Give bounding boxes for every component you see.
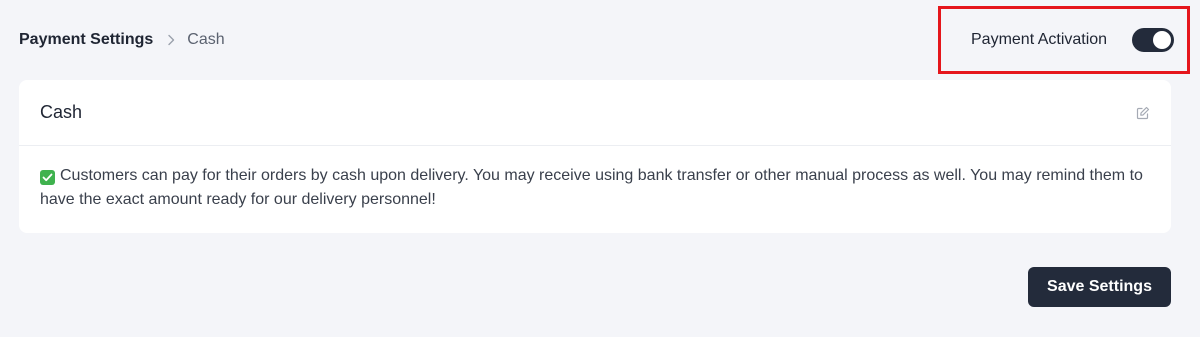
edit-icon[interactable] [1135,105,1151,121]
cash-payment-card: Cash Customers can pay for their orders … [19,80,1171,233]
breadcrumb-current: Cash [187,31,225,48]
chevron-right-icon [167,34,175,46]
card-body: Customers can pay for their orders by ca… [19,146,1171,212]
payment-settings-page: Payment Settings Cash Payment Activation… [0,0,1200,337]
white-check-mark-icon [40,170,55,185]
save-settings-button[interactable]: Save Settings [1028,267,1171,307]
cash-description: Customers can pay for their orders by ca… [40,164,1150,212]
card-header: Cash [19,80,1171,146]
card-title: Cash [40,102,83,122]
payment-activation-label: Payment Activation [971,31,1108,48]
description-text: Customers can pay for their orders by ca… [40,167,1143,208]
breadcrumb-payment-settings[interactable]: Payment Settings [19,30,153,50]
page-header: Payment Settings Cash Payment Activation [0,0,1200,80]
breadcrumb: Payment Settings Cash [19,30,225,50]
toggle-knob [1153,31,1171,49]
payment-activation-control: Payment Activation [938,6,1190,74]
payment-activation-toggle[interactable] [1132,28,1174,52]
